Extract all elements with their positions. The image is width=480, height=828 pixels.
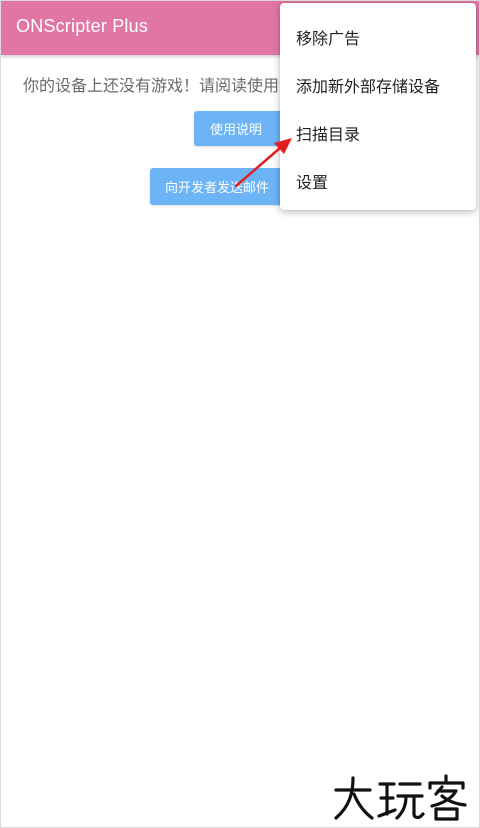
menu-item-add-external-storage[interactable]: 添加新外部存储设备 [296,73,440,97]
menu-item-settings[interactable]: 设置 [296,169,328,193]
menu-item-scan-directory[interactable]: 扫描目录 [296,121,360,145]
email-developer-button[interactable]: 向开发者发送邮件 [150,168,284,205]
overflow-menu: 移除广告 添加新外部存储设备 扫描目录 设置 [280,3,476,210]
watermark-logo [334,774,467,821]
menu-item-remove-ads[interactable]: 移除广告 [296,25,360,49]
app-title: ONScripter Plus [16,16,149,36]
user-manual-button[interactable]: 使用说明 [194,111,284,146]
